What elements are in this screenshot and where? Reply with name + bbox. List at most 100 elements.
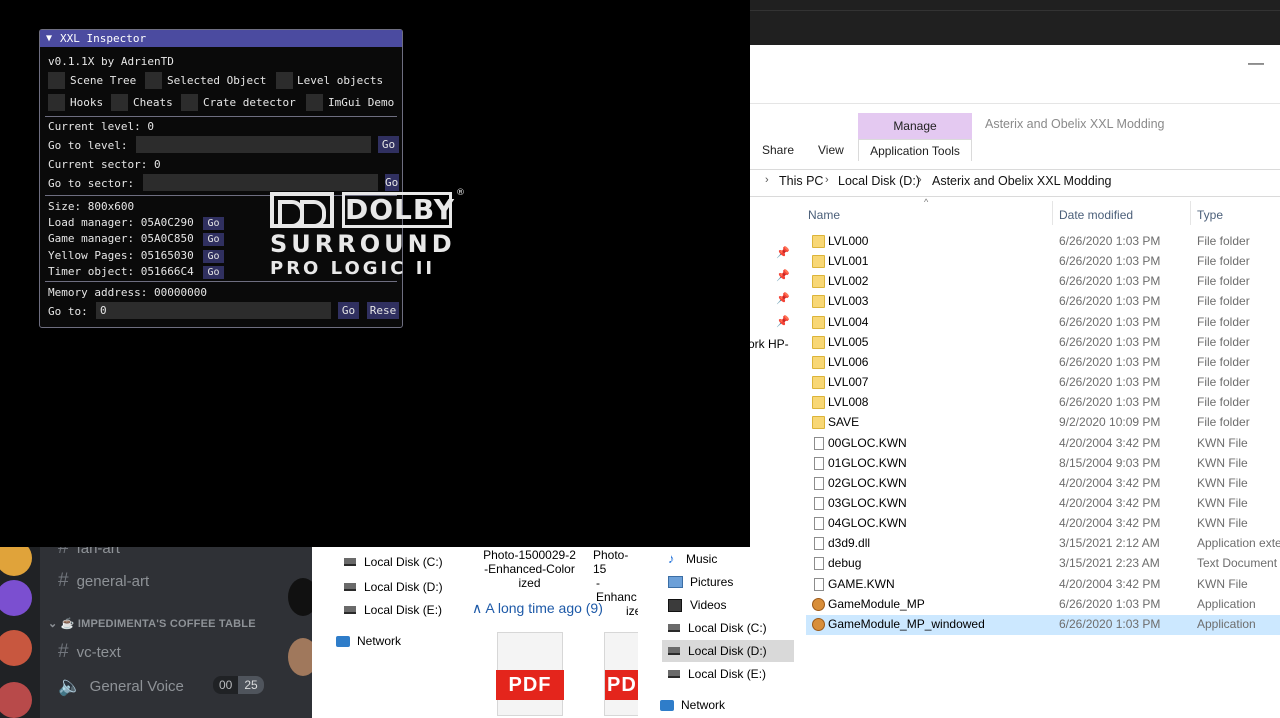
channel-general-art[interactable]: # general-art (58, 570, 149, 592)
category-header[interactable]: ⌄ ☕ IMPEDIMENTA'S COFFEE TABLE (48, 617, 256, 630)
file-name: LVL000 (828, 234, 869, 248)
checkbox-hooks[interactable] (48, 94, 65, 111)
goto-address-button[interactable]: Go (338, 302, 359, 319)
nav-local-disk-d[interactable]: Local Disk (D:) (344, 580, 443, 594)
file-thumbnail-label[interactable]: Photo-1500029-2 -Enhanced-Color ized (482, 548, 577, 590)
goto-address-input[interactable]: 0 (96, 302, 331, 319)
file-type: KWN File (1197, 475, 1248, 490)
tab-application-tools[interactable]: Application Tools (858, 139, 972, 161)
game-window[interactable]: ▼ XXL Inspector v0.1.1X by AdrienTD Scen… (0, 0, 750, 547)
checkbox-level-objects[interactable] (276, 72, 293, 89)
file-row[interactable]: 04GLOC.KWN 4/20/2004 3:42 PM KWN File (806, 514, 1280, 534)
server-icon[interactable] (0, 630, 32, 666)
file-row[interactable]: LVL006 6/26/2020 1:03 PM File folder (806, 353, 1280, 373)
file-type: KWN File (1197, 516, 1248, 531)
channel-vc-text[interactable]: # vc-text (58, 641, 121, 663)
file-icon (814, 436, 824, 450)
reset-button[interactable]: Rese (367, 302, 399, 319)
file-name: 03GLOC.KWN (828, 495, 907, 510)
file-row[interactable]: LVL000 6/26/2020 1:03 PM File folder (806, 232, 1280, 252)
registered-mark: ® (456, 188, 465, 198)
game-manager-go-button[interactable]: Go (203, 233, 224, 246)
file-row[interactable]: debug 3/15/2021 2:23 AM Text Document (806, 554, 1280, 574)
nav-item-local-disk-d[interactable]: Local Disk (D:) (662, 640, 794, 662)
panel-titlebar[interactable]: ▼ XXL Inspector (40, 30, 402, 47)
file-row[interactable]: LVL007 6/26/2020 1:03 PM File folder (806, 373, 1280, 393)
pin-icon[interactable]: 📌 (776, 246, 790, 259)
pdf-label: PD (605, 670, 639, 700)
nav-label: Music (686, 552, 718, 566)
nav-item-pictures[interactable]: Pictures (668, 575, 733, 589)
nav-item-local-disk-e[interactable]: Local Disk (E:) (668, 667, 766, 681)
file-row[interactable]: LVL005 6/26/2020 1:03 PM File folder (806, 333, 1280, 353)
pdf-file-icon[interactable]: PD (604, 632, 639, 716)
file-type: Application exte (1197, 536, 1280, 551)
context-tab-group[interactable]: Manage (858, 113, 972, 139)
goto-level-input[interactable] (136, 136, 371, 153)
pin-icon[interactable]: 📌 (776, 292, 790, 305)
timer-object-go-button[interactable]: Go (203, 266, 224, 279)
nav-local-disk-c[interactable]: Local Disk (C:) (344, 555, 443, 569)
pdf-file-icon[interactable]: PDF (496, 632, 564, 716)
nav-item-music[interactable]: ♪ Music (668, 552, 717, 566)
file-name: LVL004 (828, 314, 869, 329)
nav-label: Local Disk (D:) (364, 580, 443, 594)
breadcrumb-folder[interactable]: Asterix and Obelix XXL Modding (932, 174, 1112, 188)
pin-icon[interactable]: 📌 (776, 315, 790, 328)
server-list (0, 530, 40, 718)
timer-object-text: Timer object: 051666C4 (48, 265, 194, 278)
server-icon[interactable] (0, 682, 32, 718)
file-row[interactable]: 02GLOC.KWN 4/20/2004 3:42 PM KWN File (806, 474, 1280, 494)
nav-item-network[interactable]: Network (660, 698, 725, 712)
checkbox-scene-tree[interactable] (48, 72, 65, 89)
column-divider[interactable] (1052, 201, 1053, 225)
file-type: File folder (1197, 234, 1250, 248)
server-icon[interactable] (0, 580, 32, 616)
column-header-type[interactable]: Type (1197, 208, 1223, 222)
checkbox-selected-object[interactable] (145, 72, 162, 89)
file-row[interactable]: d3d9.dll 3/15/2021 2:12 AM Application ext… (806, 534, 1280, 554)
voice-channel-general[interactable]: 🔈 General Voice (58, 674, 184, 698)
file-row[interactable]: LVL003 6/26/2020 1:03 PM File folder (806, 292, 1280, 312)
nav-label: Local Disk (E:) (688, 667, 767, 681)
column-header-date[interactable]: Date modified (1059, 208, 1133, 222)
file-row[interactable]: LVL001 6/26/2020 1:03 PM File folder (806, 252, 1280, 272)
checkbox-imgui-demo[interactable] (306, 94, 323, 111)
collapse-arrow-icon[interactable]: ▼ (46, 30, 52, 47)
nav-network[interactable]: Network (336, 634, 401, 648)
label-line: -Enhanced-Color (484, 562, 575, 576)
tab-view[interactable]: View (818, 143, 844, 157)
goto-level-button[interactable]: Go (378, 136, 399, 153)
drive-icon (668, 647, 680, 655)
group-header[interactable]: ∧ A long time ago (9) (472, 600, 603, 617)
nav-item-videos[interactable]: Videos (668, 598, 726, 612)
pin-icon[interactable]: 📌 (776, 269, 790, 282)
file-row[interactable]: 00GLOC.KWN 4/20/2004 3:42 PM KWN File (806, 434, 1280, 454)
file-name: 04GLOC.KWN (828, 516, 907, 531)
file-row[interactable]: 01GLOC.KWN 8/15/2004 9:03 PM KWN File (806, 454, 1280, 474)
checkbox-crate-detector[interactable] (181, 94, 198, 111)
breadcrumb-local-disk-d[interactable]: Local Disk (D:) (838, 174, 920, 188)
checkbox-cheats[interactable] (111, 94, 128, 111)
tab-share[interactable]: Share (762, 143, 794, 157)
file-row[interactable]: LVL002 6/26/2020 1:03 PM File folder (806, 272, 1280, 292)
breadcrumb-this-pc[interactable]: This PC (779, 174, 823, 188)
file-row[interactable]: LVL004 6/26/2020 1:03 PM File folder (806, 313, 1280, 333)
column-divider[interactable] (1190, 201, 1191, 225)
file-row[interactable]: LVL008 6/26/2020 1:03 PM File folder (806, 393, 1280, 413)
yellow-pages-go-button[interactable]: Go (203, 250, 224, 263)
file-row[interactable]: GameModule_MP 6/26/2020 1:03 PM Applicatio… (806, 595, 1280, 615)
nav-item-partial[interactable]: ork HP- (748, 337, 789, 351)
file-name: LVL001 (828, 254, 869, 269)
nav-item-local-disk-c[interactable]: Local Disk (C:) (668, 621, 767, 635)
file-icon (814, 476, 824, 490)
file-row[interactable]: GAME.KWN 4/20/2004 3:42 PM KWN File (806, 575, 1280, 595)
file-row[interactable]: SAVE 9/2/2020 10:09 PM File folder (806, 413, 1280, 433)
file-row[interactable]: 03GLOC.KWN 4/20/2004 3:42 PM KWN File (806, 494, 1280, 514)
nav-label: Local Disk (C:) (688, 621, 767, 635)
column-header-name[interactable]: Name (808, 208, 840, 222)
load-manager-go-button[interactable]: Go (203, 217, 224, 230)
nav-local-disk-e[interactable]: Local Disk (E:) (344, 603, 442, 617)
minimize-button[interactable]: — (1248, 55, 1264, 73)
file-row[interactable]: GameModule_MP_windowed 6/26/2020 1:03 PM A… (806, 614, 1280, 635)
